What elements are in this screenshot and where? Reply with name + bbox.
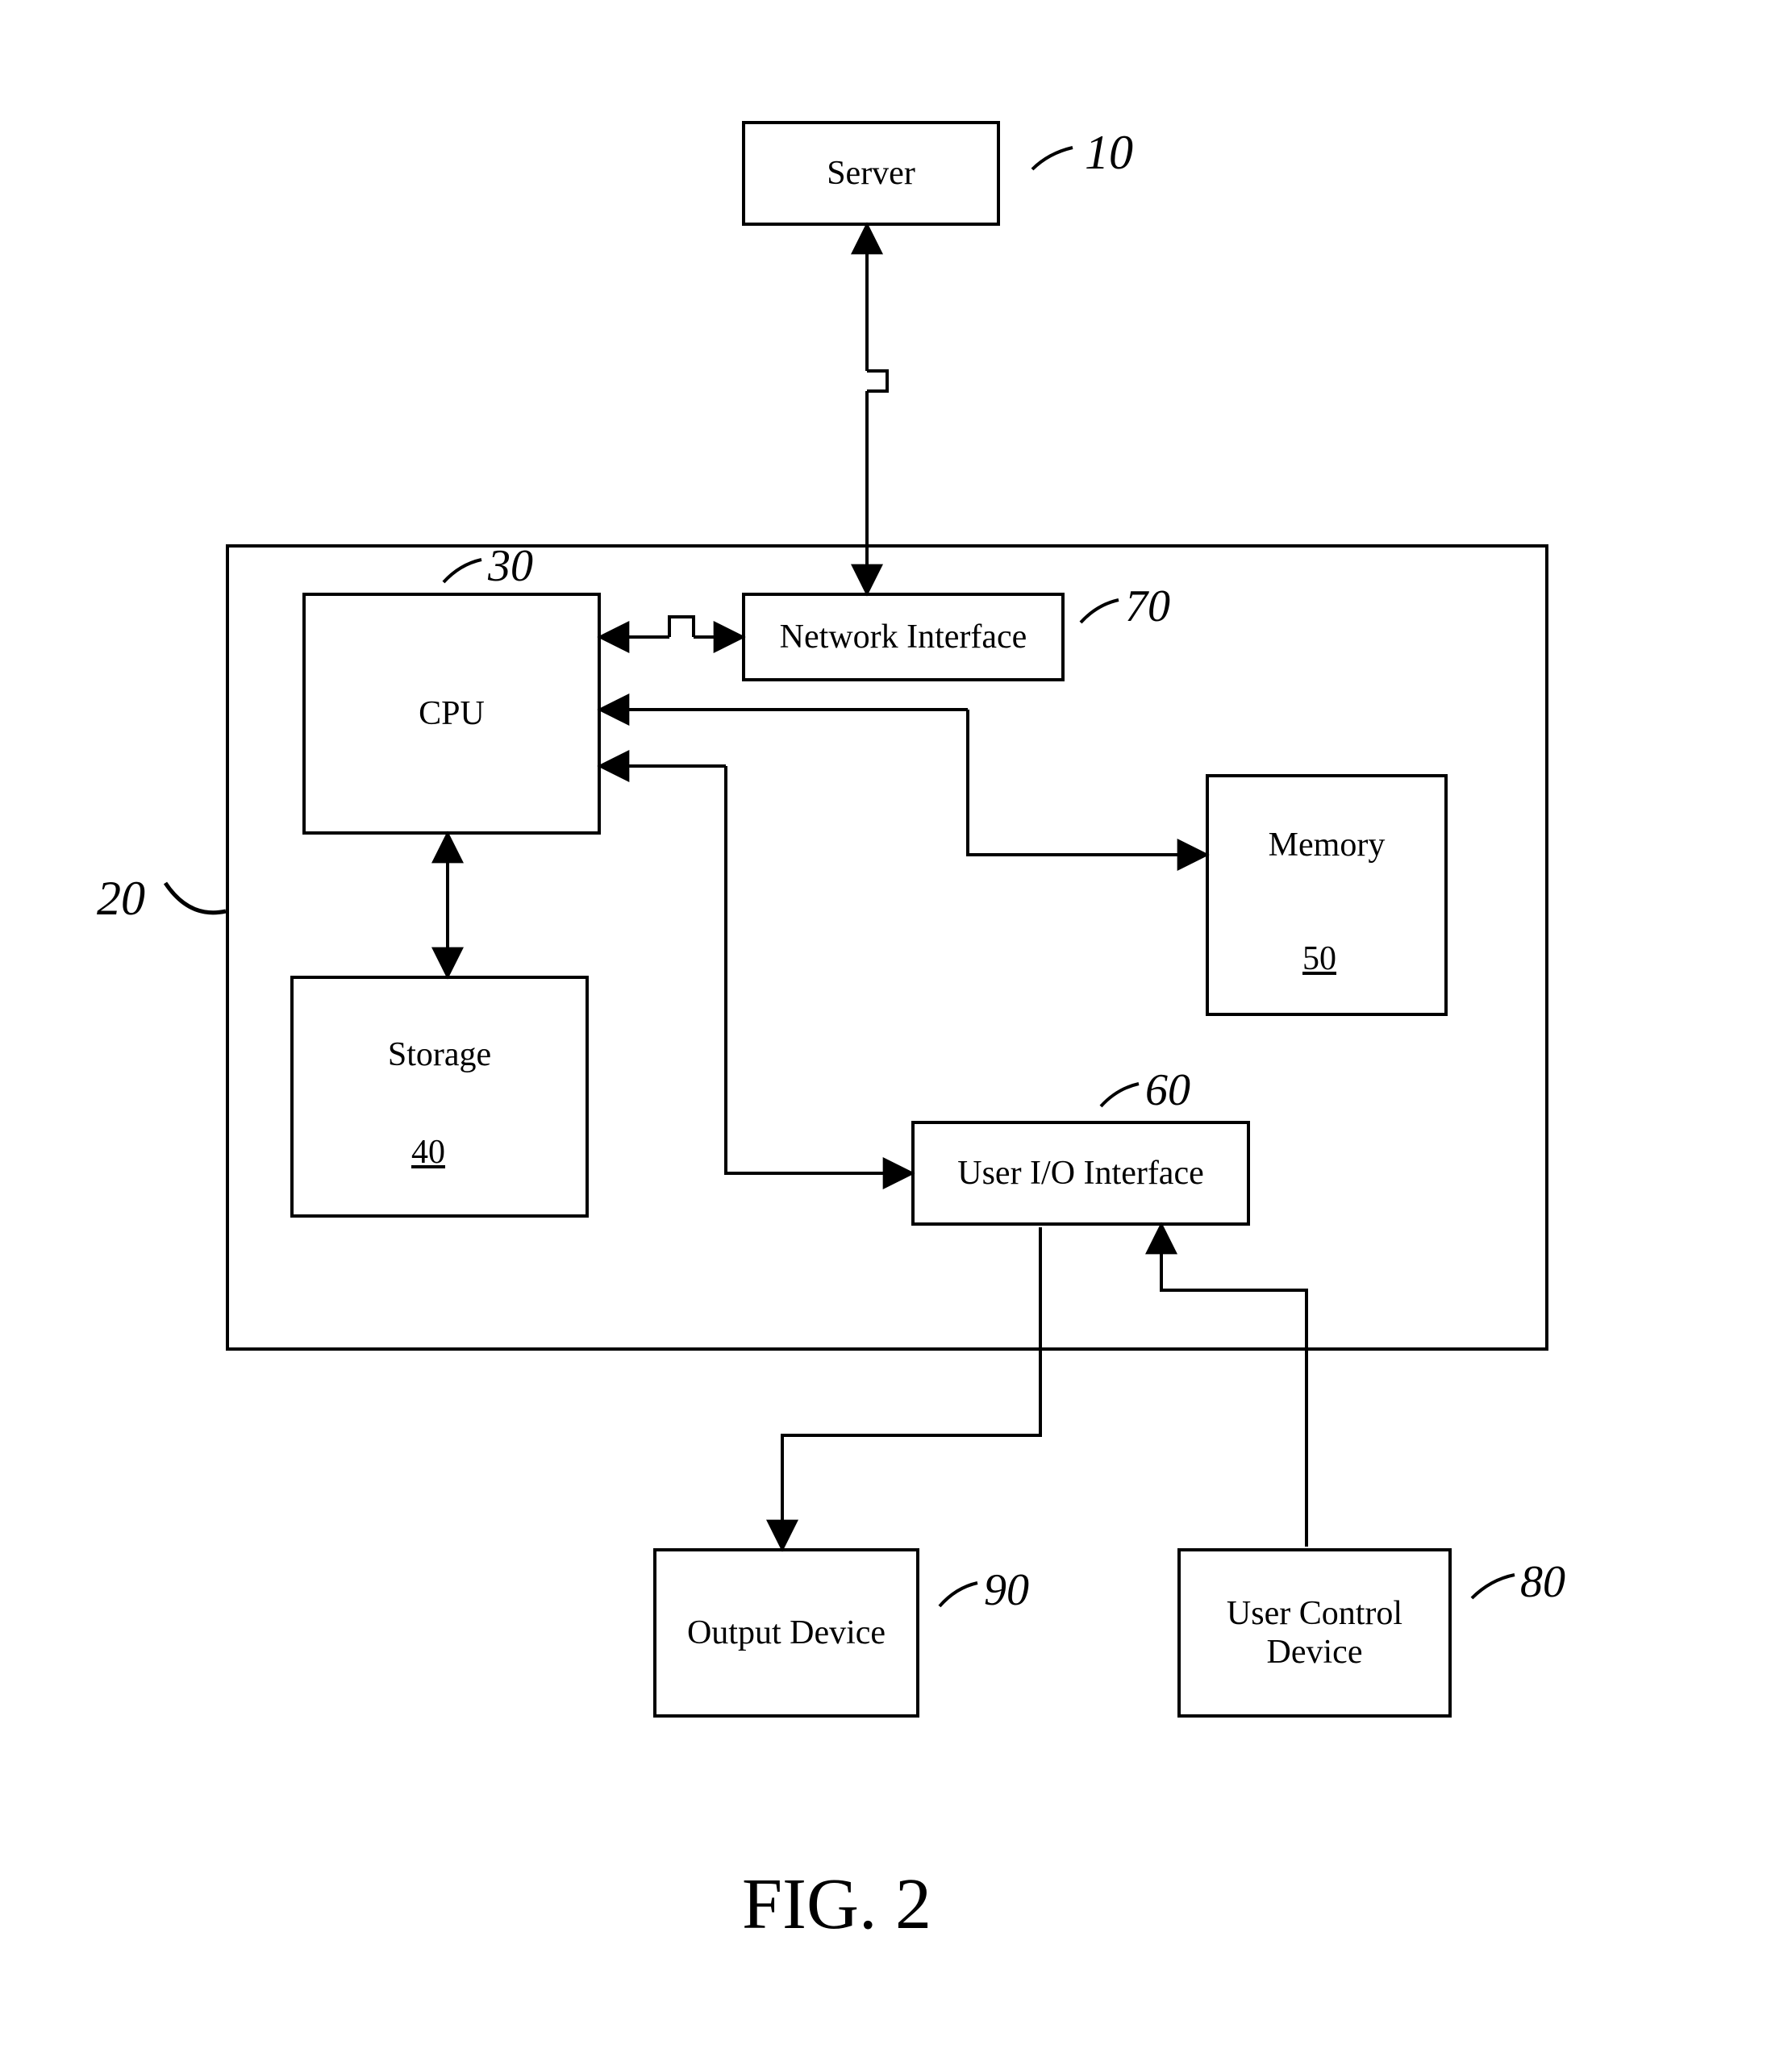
storage-block: Storage bbox=[290, 976, 589, 1218]
ref-10: 10 bbox=[1028, 125, 1133, 181]
ref-30: 30 bbox=[440, 540, 533, 592]
output-label: Output Device bbox=[687, 1614, 886, 1652]
server-block: Server bbox=[742, 121, 1000, 226]
memory-label: Memory bbox=[1269, 826, 1386, 864]
memory-block: Memory bbox=[1206, 774, 1448, 1016]
figure-label: FIG. 2 bbox=[742, 1863, 931, 1946]
diagram-canvas: Server CPU Network Interface Memory 50 S… bbox=[0, 0, 1792, 2053]
storage-label: Storage bbox=[388, 1035, 491, 1074]
server-label: Server bbox=[827, 154, 915, 193]
cpu-label: CPU bbox=[419, 694, 485, 733]
memory-ref-inside: 50 bbox=[1302, 939, 1336, 978]
storage-ref-inside: 40 bbox=[411, 1133, 445, 1172]
netif-block: Network Interface bbox=[742, 593, 1065, 681]
ref-90: 90 bbox=[936, 1564, 1029, 1616]
usercontrol-block: User Control Device bbox=[1177, 1548, 1452, 1718]
ref-70: 70 bbox=[1077, 581, 1170, 632]
ref-20: 20 bbox=[97, 871, 230, 931]
netif-label: Network Interface bbox=[780, 618, 1027, 656]
userio-label: User I/O Interface bbox=[957, 1154, 1203, 1193]
ref-60: 60 bbox=[1097, 1064, 1190, 1116]
output-block: Output Device bbox=[653, 1548, 919, 1718]
userio-block: User I/O Interface bbox=[911, 1121, 1250, 1226]
cpu-block: CPU bbox=[302, 593, 601, 835]
ref-80: 80 bbox=[1468, 1556, 1565, 1608]
usercontrol-label: User Control Device bbox=[1186, 1594, 1444, 1672]
